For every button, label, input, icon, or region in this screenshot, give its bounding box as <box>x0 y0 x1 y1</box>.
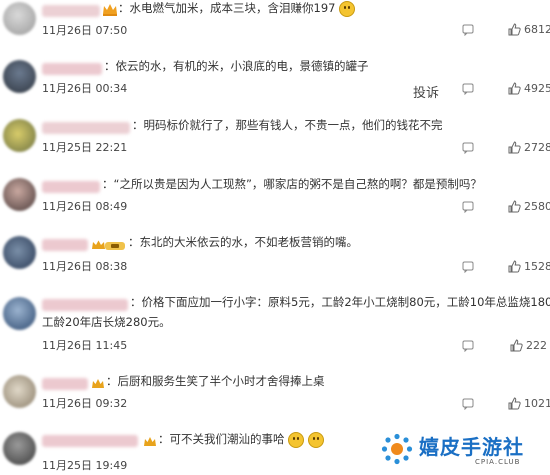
comment-time: 11月26日 09:32 <box>42 397 128 410</box>
comment-text: ：水电燃气加米，成本三块，含泪赚你197 <box>118 0 356 17</box>
reply-icon[interactable] <box>462 142 474 154</box>
reply-icon[interactable] <box>462 340 474 352</box>
username[interactable] <box>42 122 130 134</box>
reply-icon[interactable] <box>462 83 474 95</box>
like-count: 222 <box>526 339 547 352</box>
thumbs-up-icon[interactable] <box>508 82 521 95</box>
comment-text: ：价格下面应加一行小字：原料5元，工龄2年小工烧制80元，工龄10年总监烧180… <box>130 295 550 309</box>
reply-icon[interactable] <box>462 24 474 36</box>
like-count: 2580 <box>524 200 550 213</box>
crying-emoji-icon <box>339 0 356 17</box>
like-count: 4925 <box>524 82 550 95</box>
comment-text: ：“之所以贵是因为人工现熬”，哪家店的粥不是自己熬的啊？都是预制吗？ <box>102 177 482 191</box>
username[interactable] <box>42 63 102 75</box>
username[interactable] <box>42 5 100 17</box>
comment-text: ：后厨和服务生笑了半个小时才舍得捧上桌 <box>106 374 325 388</box>
like-count: 1021 <box>524 397 550 410</box>
comment-time: 11月25日 19:49 <box>42 459 128 472</box>
smile-emoji-icon <box>307 431 324 448</box>
vip-crown-icon <box>91 375 105 394</box>
vip-crown-icon <box>102 2 118 21</box>
thumbs-up-icon[interactable] <box>508 397 521 410</box>
reply-icon[interactable] <box>462 398 474 410</box>
avatar[interactable] <box>3 375 36 408</box>
thumbs-up-icon[interactable] <box>508 141 521 154</box>
reply-icon[interactable] <box>462 201 474 213</box>
comment-text-line2: 工龄20年店长烧280元。 <box>42 315 171 329</box>
comment-time: 11月26日 08:38 <box>42 260 128 273</box>
username[interactable] <box>42 299 128 311</box>
avatar[interactable] <box>3 60 36 93</box>
like-count: 6812 <box>524 23 550 36</box>
watermark-title: 嬉皮手游社 <box>419 435 524 459</box>
avatar[interactable] <box>3 236 36 269</box>
comment-text: ：东北的大米依云的水，不如老板营销的嘴。 <box>128 235 358 249</box>
vip-crown-icon <box>143 433 157 452</box>
comment-text: ：明码标价就行了，那些有钱人，不贵一点，他们的钱花不完 <box>132 118 443 132</box>
avatar[interactable] <box>3 432 36 465</box>
like-count: 2728 <box>524 141 550 154</box>
username[interactable] <box>42 181 100 193</box>
thumbs-up-icon[interactable] <box>510 339 523 352</box>
like-count: 1528 <box>524 260 550 273</box>
report-button[interactable]: 投诉 <box>413 82 439 101</box>
avatar[interactable] <box>3 297 36 330</box>
thumbs-up-icon[interactable] <box>508 23 521 36</box>
avatar[interactable] <box>3 119 36 152</box>
comment-time: 11月25日 22:21 <box>42 141 128 154</box>
comment-time: 11月26日 07:50 <box>42 24 128 37</box>
watermark-logo-icon <box>381 433 413 465</box>
watermark-subtitle: CPIA.CLUB <box>475 458 521 466</box>
vip-level-badge-icon <box>91 237 127 256</box>
reply-icon[interactable] <box>462 261 474 273</box>
username[interactable] <box>42 378 88 390</box>
smile-emoji-icon <box>288 431 305 448</box>
username[interactable] <box>42 435 138 447</box>
comment-time: 11月26日 08:49 <box>42 200 128 213</box>
comment-time: 11月26日 11:45 <box>42 339 128 352</box>
comment-time: 11月26日 00:34 <box>42 82 128 95</box>
thumbs-up-icon[interactable] <box>508 200 521 213</box>
site-watermark: 嬉皮手游社 CPIA.CLUB <box>351 425 550 475</box>
avatar[interactable] <box>3 178 36 211</box>
comment-text: ：可不关我们潮汕的事哈 <box>158 431 324 448</box>
thumbs-up-icon[interactable] <box>508 260 521 273</box>
username[interactable] <box>42 239 88 251</box>
comment-text: ：依云的水，有机的米，小浪底的电，景德镇的罐子 <box>104 59 369 73</box>
avatar[interactable] <box>3 2 36 35</box>
